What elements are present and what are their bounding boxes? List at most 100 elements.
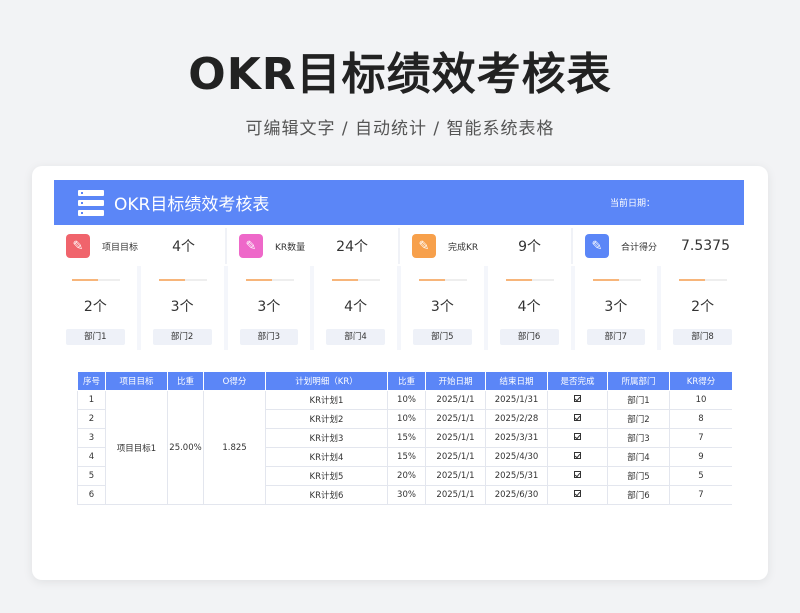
cell-done[interactable] [547,390,608,410]
dept-name: 部门3 [239,329,299,345]
okr-table-wrap: 序号 项目目标 比重 O得分 计划明细（KR） 比重 开始日期 结束日期 是否完… [77,371,732,511]
cell-end[interactable]: 2025/2/28 [485,409,548,429]
cell-kr-score[interactable]: 9 [669,447,732,467]
cell-start[interactable]: 2025/1/1 [425,447,486,467]
cell-end[interactable]: 2025/5/31 [485,466,548,486]
dept-card: 4个部门4 [314,266,397,350]
dept-name: 部门5 [413,329,472,345]
stat-objectives: ✎ 项目目标 4个 [54,228,227,264]
stat-value: 9个 [518,239,541,255]
cell-objective[interactable]: 项目目标1 [105,390,168,505]
dept-name: 部门7 [586,329,646,345]
checkbox-checked-icon[interactable] [574,490,581,497]
checkbox-checked-icon[interactable] [574,452,581,459]
cell-kr-score[interactable]: 7 [669,428,732,448]
col-header: 是否完成 [547,371,608,391]
cell-start[interactable]: 2025/1/1 [425,390,486,410]
cell-end[interactable]: 2025/1/31 [485,390,548,410]
cell-no[interactable]: 1 [77,390,106,410]
cell-dept[interactable]: 部门4 [607,447,670,467]
col-header: 计划明细（KR） [265,371,388,391]
checkbox-checked-icon[interactable] [574,471,581,478]
list-icon [78,189,104,216]
cell-start[interactable]: 2025/1/1 [425,466,486,486]
dept-name: 部门1 [66,329,125,345]
checkbox-checked-icon[interactable] [574,395,581,402]
cell-no[interactable]: 4 [77,447,106,467]
checkbox-checked-icon[interactable] [574,414,581,421]
date-label: 当前日期： [610,199,656,209]
cell-kr-weight[interactable]: 15% [387,428,426,448]
link-icon: ✎ [585,234,609,258]
col-header: 比重 [167,371,204,391]
cell-kr[interactable]: KR计划3 [265,428,388,448]
cell-kr-weight[interactable]: 30% [387,485,426,505]
cell-done[interactable] [547,447,608,467]
dept-count: 3个 [257,299,281,315]
cell-dept[interactable]: 部门1 [607,390,670,410]
cell-start[interactable]: 2025/1/1 [425,485,486,505]
cell-kr[interactable]: KR计划5 [265,466,388,486]
dept-name: 部门4 [326,329,385,345]
stat-value: 4个 [172,239,195,255]
stat-value: 24个 [336,239,368,255]
cell-no[interactable]: 2 [77,409,106,429]
cell-kr-weight[interactable]: 20% [387,466,426,486]
cell-kr-weight[interactable]: 10% [387,390,426,410]
dept-count: 3个 [430,299,454,315]
cell-done[interactable] [547,428,608,448]
dept-name: 部门2 [152,329,212,345]
col-header: 项目目标 [105,371,168,391]
cell-kr[interactable]: KR计划4 [265,447,388,467]
col-header: KR得分 [669,371,732,391]
stats-row: ✎ 项目目标 4个 ✎ KR数量 24个 ✎ 完成KR 9个 ✎ 合计得分 7.… [54,228,744,264]
cell-kr-score[interactable]: 5 [669,466,732,486]
dept-card: 3个部门2 [140,266,224,350]
pencil-icon: ✎ [412,234,436,258]
department-row: 2个 部门1 3个 部门2 3个 部门3 4个 部门4 3个 部门5 4个 部门6 3个 部门… [54,266,744,350]
dept-card: 3个部门5 [401,266,484,350]
cell-no[interactable]: 6 [77,485,106,505]
link-icon: ✎ [66,234,90,258]
cell-dept[interactable]: 部门6 [607,485,670,505]
cell-done[interactable] [547,466,608,486]
cell-kr-score[interactable]: 7 [669,485,732,505]
col-header: 所属部门 [607,371,670,391]
cell-kr[interactable]: KR计划2 [265,409,388,429]
cell-no[interactable]: 5 [77,466,106,486]
cell-kr-score[interactable]: 10 [669,390,732,410]
col-header: 开始日期 [425,371,486,391]
cell-start[interactable]: 2025/1/1 [425,409,486,429]
cell-kr[interactable]: KR计划6 [265,485,388,505]
dept-count: 4个 [344,299,368,315]
cell-end[interactable]: 2025/3/31 [485,428,548,448]
cell-start[interactable]: 2025/1/1 [425,428,486,448]
checkbox-checked-icon[interactable] [574,433,581,440]
cell-no[interactable]: 3 [77,428,106,448]
cell-kr-score[interactable]: 8 [669,409,732,429]
dept-count: 3个 [170,299,194,315]
cell-end[interactable]: 2025/4/30 [485,447,548,467]
stat-label: 完成KR [448,242,479,253]
dept-count: 4个 [517,299,541,315]
cell-dept[interactable]: 部门3 [607,428,670,448]
dept-card: 3个 部门7 [574,266,658,350]
col-header: 比重 [387,371,426,391]
stat-label: 项目目标 [102,242,139,253]
stat-label: 合计得分 [621,242,658,253]
link-icon: ✎ [239,234,263,258]
cell-kr[interactable]: KR计划1 [265,390,388,410]
cell-kr-weight[interactable]: 10% [387,409,426,429]
cell-o-score[interactable]: 1.825 [203,390,266,505]
stat-label: KR数量 [275,242,306,253]
cell-done[interactable] [547,485,608,505]
col-header: 结束日期 [485,371,548,391]
cell-done[interactable] [547,409,608,429]
cell-end[interactable]: 2025/6/30 [485,485,548,505]
cell-dept[interactable]: 部门5 [607,466,670,486]
cell-objective-weight[interactable]: 25.00% [167,390,204,505]
dept-card: 2个 部门1 [54,266,137,350]
cell-kr-weight[interactable]: 15% [387,447,426,467]
table-header-row: 序号 项目目标 比重 O得分 计划明细（KR） 比重 开始日期 结束日期 是否完… [77,371,732,391]
cell-dept[interactable]: 部门2 [607,409,670,429]
